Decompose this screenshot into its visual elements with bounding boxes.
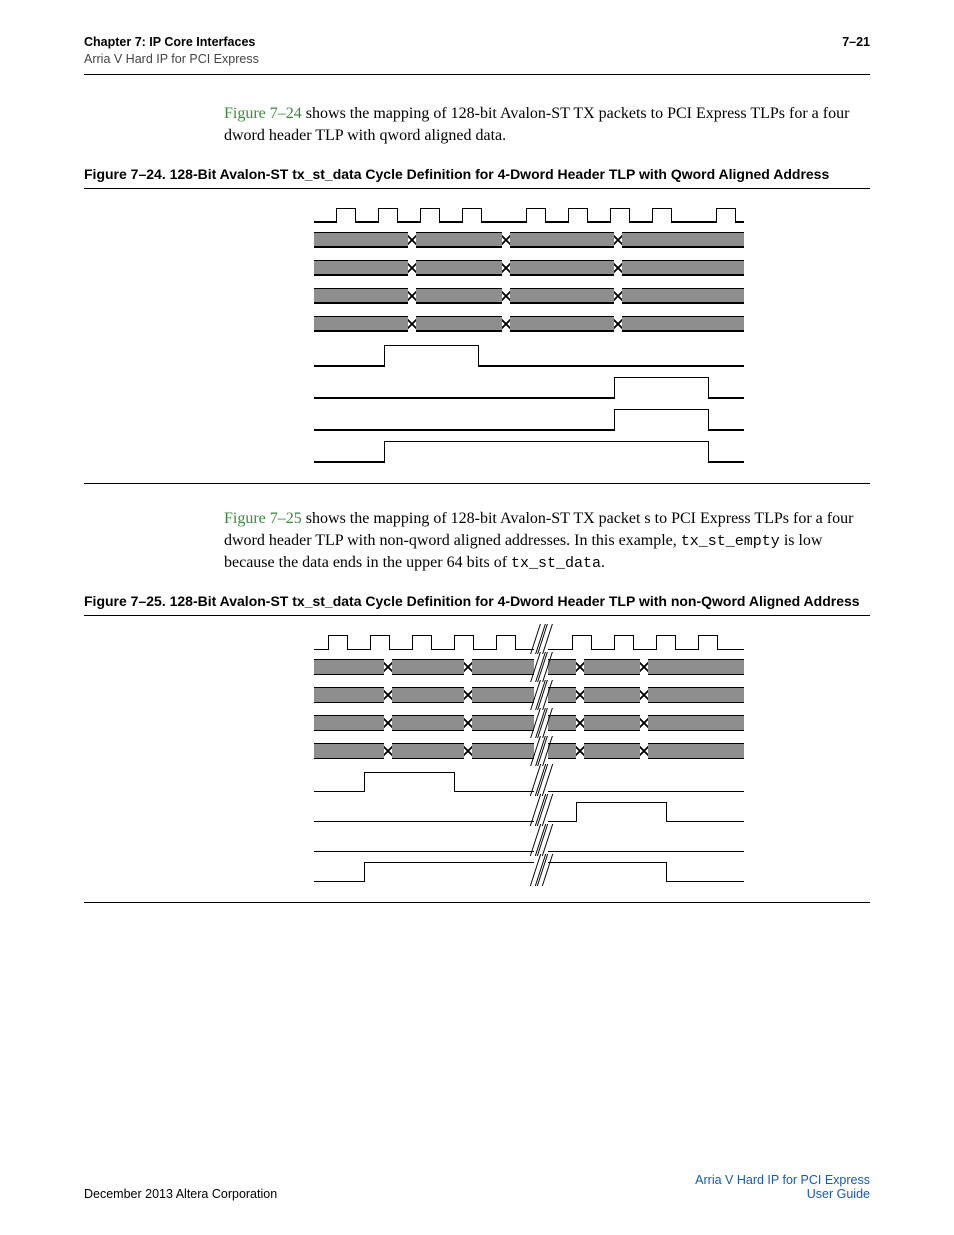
clk-row-25 [314, 628, 744, 650]
footer-left: December 2013 Altera Corporation [84, 1187, 277, 1201]
running-head-sub: Arria V Hard IP for PCI Express [84, 51, 259, 68]
valid-row-25 [314, 858, 744, 882]
empty-row [314, 405, 744, 431]
data-row-3 [314, 285, 744, 307]
footer-doc-title: Arria V Hard IP for PCI Express [695, 1173, 870, 1187]
figure-ref-7-24: Figure 7–24 [224, 105, 302, 122]
data-row-25-1 [314, 656, 744, 678]
eop-row-25 [314, 798, 744, 822]
code-tx-st-empty: tx_st_empty [681, 533, 780, 550]
figure-7-25-timing [314, 628, 744, 882]
empty-row-25 [314, 828, 744, 852]
data-row-4 [314, 313, 744, 335]
running-head-chapter: Chapter 7: IP Core Interfaces [84, 34, 259, 51]
data-row-25-4 [314, 740, 744, 762]
figure-ref-7-25: Figure 7–25 [224, 510, 302, 527]
para2-t3: . [601, 554, 605, 571]
data-row-1 [314, 229, 744, 251]
paragraph-1: Figure 7–24 shows the mapping of 128-bit… [224, 103, 870, 148]
eop-row [314, 373, 744, 399]
figure-7-24-timing [314, 201, 744, 463]
para1-text: shows the mapping of 128-bit Avalon-ST T… [224, 105, 849, 144]
valid-row [314, 437, 744, 463]
data-row-25-2 [314, 684, 744, 706]
header-rule [84, 74, 870, 75]
page-footer: December 2013 Altera Corporation Arria V… [84, 1173, 870, 1201]
sop-row [314, 341, 744, 367]
paragraph-2: Figure 7–25 shows the mapping of 128-bit… [224, 508, 870, 575]
code-tx-st-data: tx_st_data [511, 555, 601, 572]
sop-row-25 [314, 768, 744, 792]
figure-7-24-caption: Figure 7–24. 128-Bit Avalon-ST tx_st_dat… [84, 166, 870, 182]
figure-7-24 [84, 188, 870, 484]
clk-row [314, 201, 744, 223]
data-row-25-3 [314, 712, 744, 734]
figure-7-25 [84, 615, 870, 903]
footer-doc-sub: User Guide [695, 1187, 870, 1201]
page-number: 7–21 [842, 34, 870, 51]
data-row-2 [314, 257, 744, 279]
figure-7-25-caption: Figure 7–25. 128-Bit Avalon-ST tx_st_dat… [84, 593, 870, 609]
